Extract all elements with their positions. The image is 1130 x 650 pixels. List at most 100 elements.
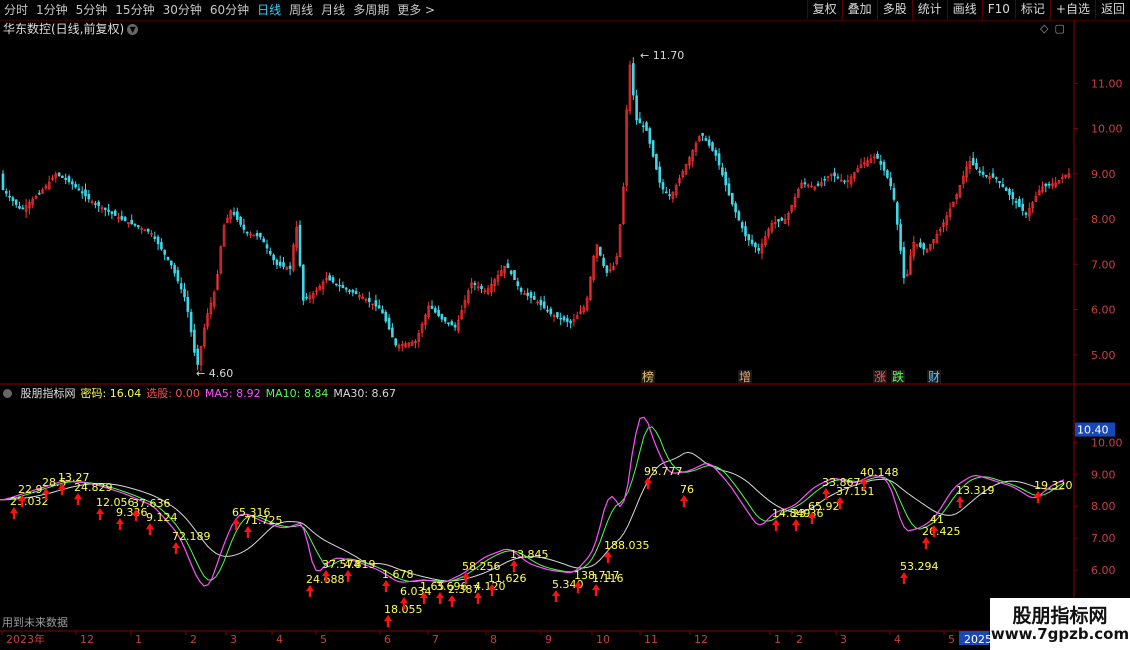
- candle-body: [120, 216, 124, 220]
- candle-body: [14, 199, 18, 205]
- candle-body: [757, 248, 761, 251]
- candle-body: [641, 125, 645, 128]
- indicator-param-3: MA10: 8.84: [265, 387, 329, 400]
- signal-arrow-stem: [234, 524, 238, 530]
- signal-arrow-stem: [682, 501, 686, 507]
- indicator-tick-label: 6.00: [1091, 564, 1116, 577]
- candle-body: [146, 228, 150, 232]
- candle-body: [450, 321, 454, 326]
- candle-body: [447, 322, 450, 324]
- candle-body: [179, 283, 183, 290]
- candle-body: [80, 191, 84, 194]
- signal-arrow-stem: [824, 494, 828, 500]
- signal-arrow-stem: [774, 525, 778, 531]
- candle-body: [707, 139, 711, 146]
- signal-arrow-stem: [324, 576, 328, 582]
- signal-arrow-stem: [606, 557, 610, 563]
- candle-body: [1024, 212, 1028, 215]
- candle-body: [1047, 183, 1051, 186]
- candle-body: [394, 338, 398, 346]
- candle-body: [602, 257, 605, 267]
- candle-body: [21, 207, 25, 210]
- low-label: ← 4.60: [196, 367, 233, 380]
- candle-body: [526, 292, 530, 296]
- candle-body: [64, 177, 67, 180]
- watermark-url: www.7gpzb.com: [990, 625, 1130, 643]
- event-marker: 涨: [874, 369, 886, 384]
- candle-body: [509, 270, 513, 275]
- signal-label: 1.116: [592, 572, 624, 585]
- indicator-param-2: MA5: 8.92: [204, 387, 261, 400]
- candle-body: [265, 244, 269, 249]
- signal-label: 188.035: [604, 539, 650, 552]
- candle-body: [1, 173, 5, 190]
- candle-body: [661, 182, 665, 190]
- candle-body: [994, 177, 998, 179]
- candle-body: [727, 183, 731, 196]
- candle-body: [876, 153, 879, 159]
- candle-body: [704, 138, 708, 141]
- indicator-tick-label: 8.00: [1091, 500, 1116, 513]
- signal-arrow-stem: [346, 576, 350, 582]
- candle-body: [453, 324, 457, 328]
- candle-body: [443, 317, 447, 322]
- signal-label: 26.425: [922, 525, 961, 538]
- price-tick-label: 11.00: [1091, 77, 1123, 90]
- candle-body: [288, 265, 292, 269]
- candle-body: [655, 154, 658, 170]
- candle-body: [721, 167, 724, 176]
- candle-body: [506, 263, 510, 269]
- candle-body: [605, 265, 609, 273]
- candle-body: [886, 170, 889, 178]
- watermark-title: 股朋指标网: [1012, 605, 1108, 627]
- candle-body: [532, 296, 536, 300]
- candle-body: [305, 296, 308, 299]
- candle-body: [803, 182, 807, 185]
- candle-body: [889, 177, 893, 187]
- candle-body: [737, 211, 741, 221]
- candle-body: [754, 242, 757, 248]
- candle-body: [156, 236, 160, 245]
- candle-body: [664, 191, 668, 194]
- signal-arrow-stem: [308, 591, 312, 597]
- candle-body: [549, 308, 553, 315]
- event-marker: 跌: [892, 369, 904, 384]
- candle-body: [11, 197, 15, 202]
- signal-label: 65.92: [808, 500, 840, 513]
- candle-body: [559, 317, 563, 320]
- candle-body: [61, 175, 64, 178]
- candle-body: [843, 180, 846, 183]
- signal-label: 71.725: [244, 514, 283, 527]
- signal-arrow-stem: [438, 598, 442, 604]
- signal-arrow-stem: [450, 601, 454, 607]
- event-marker: 增: [739, 370, 751, 384]
- candle-body: [899, 224, 902, 251]
- chevron-down-icon[interactable]: [3, 389, 12, 398]
- signal-label: 40.148: [860, 466, 899, 479]
- candle-body: [71, 181, 74, 185]
- indicator-tick-label: 7.00: [1091, 532, 1116, 545]
- indicator-name[interactable]: 股朋指标网: [21, 387, 76, 400]
- candle-body: [823, 178, 827, 181]
- candle-body: [750, 239, 754, 244]
- candle-body: [301, 264, 305, 301]
- price-tick-label: 9.00: [1091, 168, 1116, 181]
- candle-body: [717, 153, 721, 166]
- signal-markers: 23.03222.928.513.2724.82912.0569.33637.6…: [10, 465, 1073, 627]
- signal-label: 24.829: [74, 481, 113, 494]
- candle-body: [740, 222, 744, 229]
- candle-body: [631, 63, 635, 96]
- signal-label: 95.777: [644, 465, 683, 478]
- candle-body: [668, 194, 671, 196]
- x-axis: 2023年 12 1 2 3 4 5 6 7 8 9 10 11 12 1 2 3 4 5 2025: [1, 631, 992, 646]
- indicator-tick-label: 9.00: [1091, 468, 1116, 481]
- candle-body: [516, 281, 520, 286]
- candle-body: [638, 118, 642, 124]
- signal-arrow-stem: [490, 590, 494, 596]
- candle-body: [998, 181, 1001, 183]
- candle-body: [879, 160, 883, 165]
- candle-body: [387, 317, 391, 330]
- candle-body: [1018, 199, 1021, 207]
- candle-body: [242, 224, 246, 230]
- signal-arrow-stem: [862, 484, 866, 490]
